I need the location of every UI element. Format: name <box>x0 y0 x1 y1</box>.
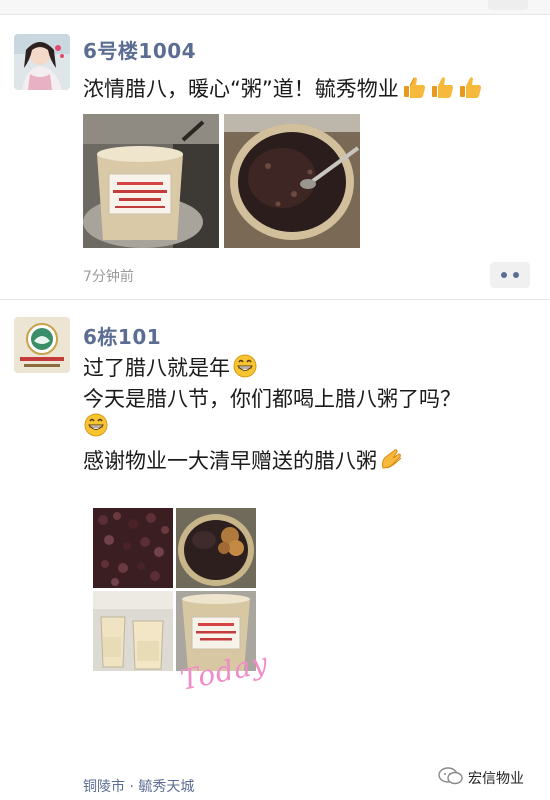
post-text: 感谢物业一大清早赠送的腊八粥 <box>83 449 377 473</box>
photo-grid-item[interactable] <box>93 591 173 671</box>
thumbs-up-icon <box>457 74 483 105</box>
clap-hands-icon <box>379 446 405 477</box>
location-label[interactable]: 铜陵市 · 毓秀天城 <box>83 776 194 796</box>
divider <box>0 299 550 300</box>
previous-more-button[interactable] <box>488 0 528 10</box>
post-text-line: 今天是腊八节，你们都喝上腊八粥了吗？ <box>83 387 461 411</box>
dot-icon <box>513 272 519 278</box>
watermark-text: 宏信物业 <box>468 771 524 787</box>
previous-post-remnant <box>0 0 550 14</box>
post-text-line: 感谢物业一大清早赠送的腊八粥 <box>83 445 405 477</box>
post-text-line: 过了腊八就是年 <box>83 352 258 384</box>
grin-emoji-icon <box>232 353 258 384</box>
avatar[interactable] <box>14 317 70 373</box>
post-text: 浓情腊八，暖心“粥”道！毓秀物业 <box>83 73 483 105</box>
photo-porridge-cup[interactable] <box>83 114 219 248</box>
post-text-line: 浓情腊八，暖心“粥”道！毓秀物业 <box>83 77 399 101</box>
post-time: 7分钟前 <box>83 269 134 285</box>
grin-emoji-icon <box>83 412 109 443</box>
photo-grid-item[interactable] <box>93 508 173 588</box>
divider <box>0 14 550 15</box>
thumbs-up-icon <box>429 74 455 105</box>
more-options-button[interactable] <box>490 262 530 288</box>
nickname[interactable]: 6号楼1004 <box>83 35 196 64</box>
wechat-logo-icon <box>438 766 464 790</box>
avatar[interactable] <box>14 34 70 90</box>
post-text: 过了腊八就是年 <box>83 356 230 380</box>
photo-porridge-bowl[interactable] <box>224 114 360 248</box>
watermark: 宏信物业 <box>436 766 524 790</box>
post-text-line <box>83 412 109 443</box>
photo-grid-item[interactable] <box>176 508 256 588</box>
dot-icon <box>501 272 507 278</box>
thumbs-up-icon <box>401 74 427 105</box>
nickname[interactable]: 6栋101 <box>83 321 161 350</box>
